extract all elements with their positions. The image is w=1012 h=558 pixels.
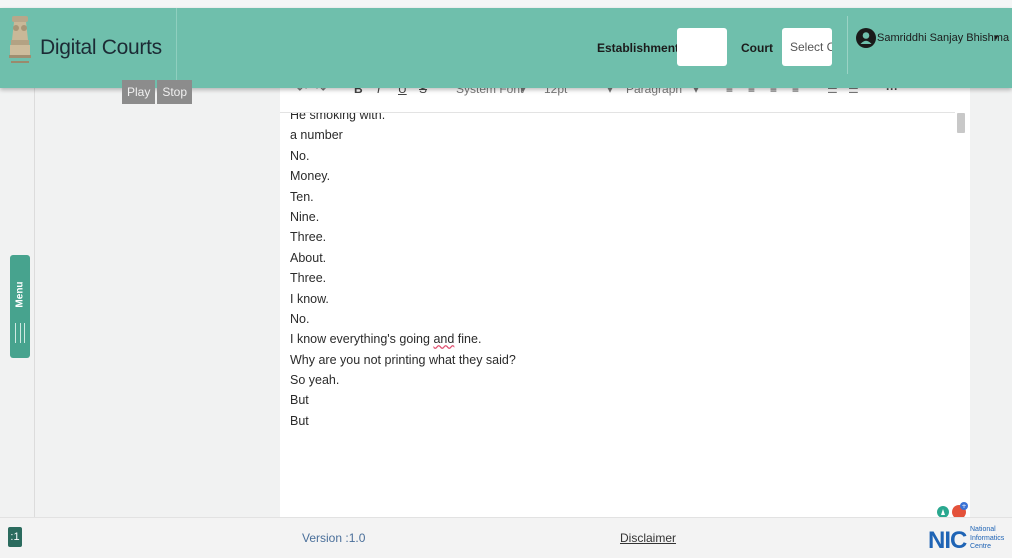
- nic-line-3: Centre: [970, 543, 992, 550]
- align-left-icon[interactable]: ≡: [726, 88, 733, 96]
- transcript-line: He smoking with.: [290, 112, 386, 122]
- editor-scrollbar[interactable]: [955, 112, 970, 517]
- court-select[interactable]: Select C: [782, 28, 832, 66]
- transcript-line: Three.: [290, 230, 327, 245]
- transcript-line: No.: [290, 148, 310, 163]
- redo-button[interactable]: ↷: [316, 88, 326, 96]
- nic-mark: NIC: [928, 527, 967, 554]
- block-format-caret-icon[interactable]: ▾: [693, 88, 699, 96]
- transcript-line: I know.: [290, 291, 329, 306]
- transcript-line: About.: [290, 250, 327, 265]
- undo-button[interactable]: ↶: [297, 88, 307, 96]
- version-text: Version :1.0: [302, 531, 366, 545]
- left-panel-rule: [34, 88, 35, 517]
- national-emblem-icon: [9, 16, 31, 63]
- establishment-select[interactable]: [677, 28, 727, 66]
- editor-content-area[interactable]: He smoking with. a number No. Money. Ten…: [280, 112, 970, 517]
- align-center-icon[interactable]: ≡: [748, 88, 755, 96]
- left-panel: [0, 88, 280, 517]
- transcript-line: No.: [290, 311, 310, 326]
- align-justify-icon[interactable]: ≡: [792, 88, 799, 96]
- numbered-list-icon[interactable]: ☰: [848, 88, 859, 96]
- transcript-lines: He smoking with. a number No. Money. Ten…: [290, 112, 516, 431]
- font-size-caret-icon[interactable]: ▾: [607, 88, 613, 96]
- nic-name: National Informatics Centre: [970, 526, 1004, 552]
- align-right-icon[interactable]: ≡: [770, 88, 777, 96]
- transcript-line: Three.: [290, 271, 327, 286]
- user-avatar-icon[interactable]: [856, 28, 876, 48]
- right-margin: [970, 88, 1012, 517]
- user-menu-caret-icon[interactable]: ▾: [994, 33, 998, 42]
- font-family-select[interactable]: System Font: [456, 88, 523, 96]
- user-divider: [847, 16, 848, 74]
- transcript-line: Money.: [290, 169, 331, 184]
- header-divider: [176, 8, 177, 88]
- bold-button[interactable]: B: [354, 88, 363, 96]
- side-menu-toggle[interactable]: Menu: [10, 255, 30, 358]
- app-footer: :1 Version :1.0 Disclaimer NIC National …: [0, 517, 1012, 558]
- strikethrough-button[interactable]: S: [419, 88, 427, 96]
- footer-toggle-button[interactable]: :1: [8, 527, 22, 547]
- font-size-select[interactable]: 12pt: [544, 88, 567, 96]
- transcript-line: a number: [290, 128, 343, 143]
- block-format-select[interactable]: Paragraph: [626, 88, 682, 96]
- transcript-line: But: [290, 393, 309, 408]
- editor-scroll-thumb[interactable]: [957, 113, 965, 133]
- establishment-label: Establishment: [597, 41, 680, 55]
- app-header: Digital Courts Establishment Court Selec…: [0, 8, 1012, 88]
- bullet-list-icon[interactable]: ☰: [827, 88, 838, 96]
- svg-text:+: +: [961, 503, 966, 510]
- menu-grip-icon: [15, 323, 25, 343]
- side-menu-label-wrap: Menu: [10, 277, 30, 313]
- transcript-line: I know everything's going and fine.: [290, 332, 482, 347]
- nic-line-2: Informatics: [970, 534, 1005, 542]
- more-options-button[interactable]: ···: [886, 88, 898, 96]
- audio-controls: Play Stop: [122, 80, 193, 104]
- disclaimer-link[interactable]: Disclaimer: [620, 531, 676, 545]
- spellcheck-flag[interactable]: and: [433, 332, 454, 346]
- underline-button[interactable]: U: [398, 88, 407, 96]
- stop-button[interactable]: Stop: [157, 80, 193, 104]
- browser-top-strip: [0, 0, 1012, 8]
- play-button[interactable]: Play: [122, 80, 156, 104]
- transcript-editor: ↶ ↷ B I U S System Font ▾ 12pt ▾ Paragra…: [280, 88, 970, 517]
- nic-logo: NIC National Informatics Centre: [928, 522, 1008, 556]
- transcript-line: Why are you not printing what they said?: [290, 352, 516, 367]
- nic-line-1: National: [970, 526, 996, 533]
- side-menu-label: Menu: [14, 281, 26, 308]
- font-family-caret-icon[interactable]: ▾: [520, 88, 526, 96]
- transcript-line: Nine.: [290, 209, 320, 224]
- italic-button[interactable]: I: [377, 88, 380, 96]
- transcript-line: Ten.: [290, 189, 314, 204]
- editor-toolbar: ↶ ↷ B I U S System Font ▾ 12pt ▾ Paragra…: [280, 88, 970, 110]
- user-name[interactable]: Samriddhi Sanjay Bhishma: [877, 32, 1009, 44]
- court-label: Court: [741, 41, 773, 55]
- transcript-line: So yeah.: [290, 373, 340, 388]
- transcript-line: But: [290, 413, 309, 428]
- app-title[interactable]: Digital Courts: [40, 36, 162, 60]
